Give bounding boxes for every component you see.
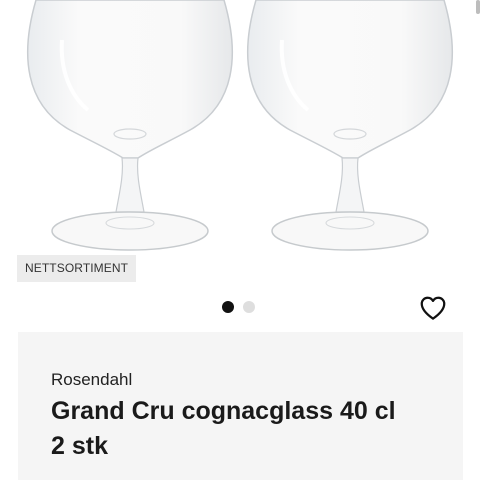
product-title: Grand Cru cognacglass 40 cl 2 stk xyxy=(51,397,396,460)
product-info-panel: Rosendahl Grand Cru cognacglass 40 cl 2 … xyxy=(18,332,463,480)
product-image xyxy=(26,0,454,251)
glass-left xyxy=(26,0,234,251)
glass-right xyxy=(246,0,454,251)
product-brand[interactable]: Rosendahl xyxy=(51,370,132,390)
scroll-indicator xyxy=(476,0,480,14)
gallery-dot-1[interactable] xyxy=(222,301,234,313)
gallery-dot-2[interactable] xyxy=(243,301,255,313)
wishlist-button[interactable] xyxy=(418,293,448,323)
heart-outline-icon xyxy=(420,296,446,320)
gallery-pagination xyxy=(222,301,255,313)
product-image-gallery[interactable]: NETTSORTIMENT xyxy=(0,0,480,330)
nettsortiment-badge: NETTSORTIMENT xyxy=(17,255,137,282)
